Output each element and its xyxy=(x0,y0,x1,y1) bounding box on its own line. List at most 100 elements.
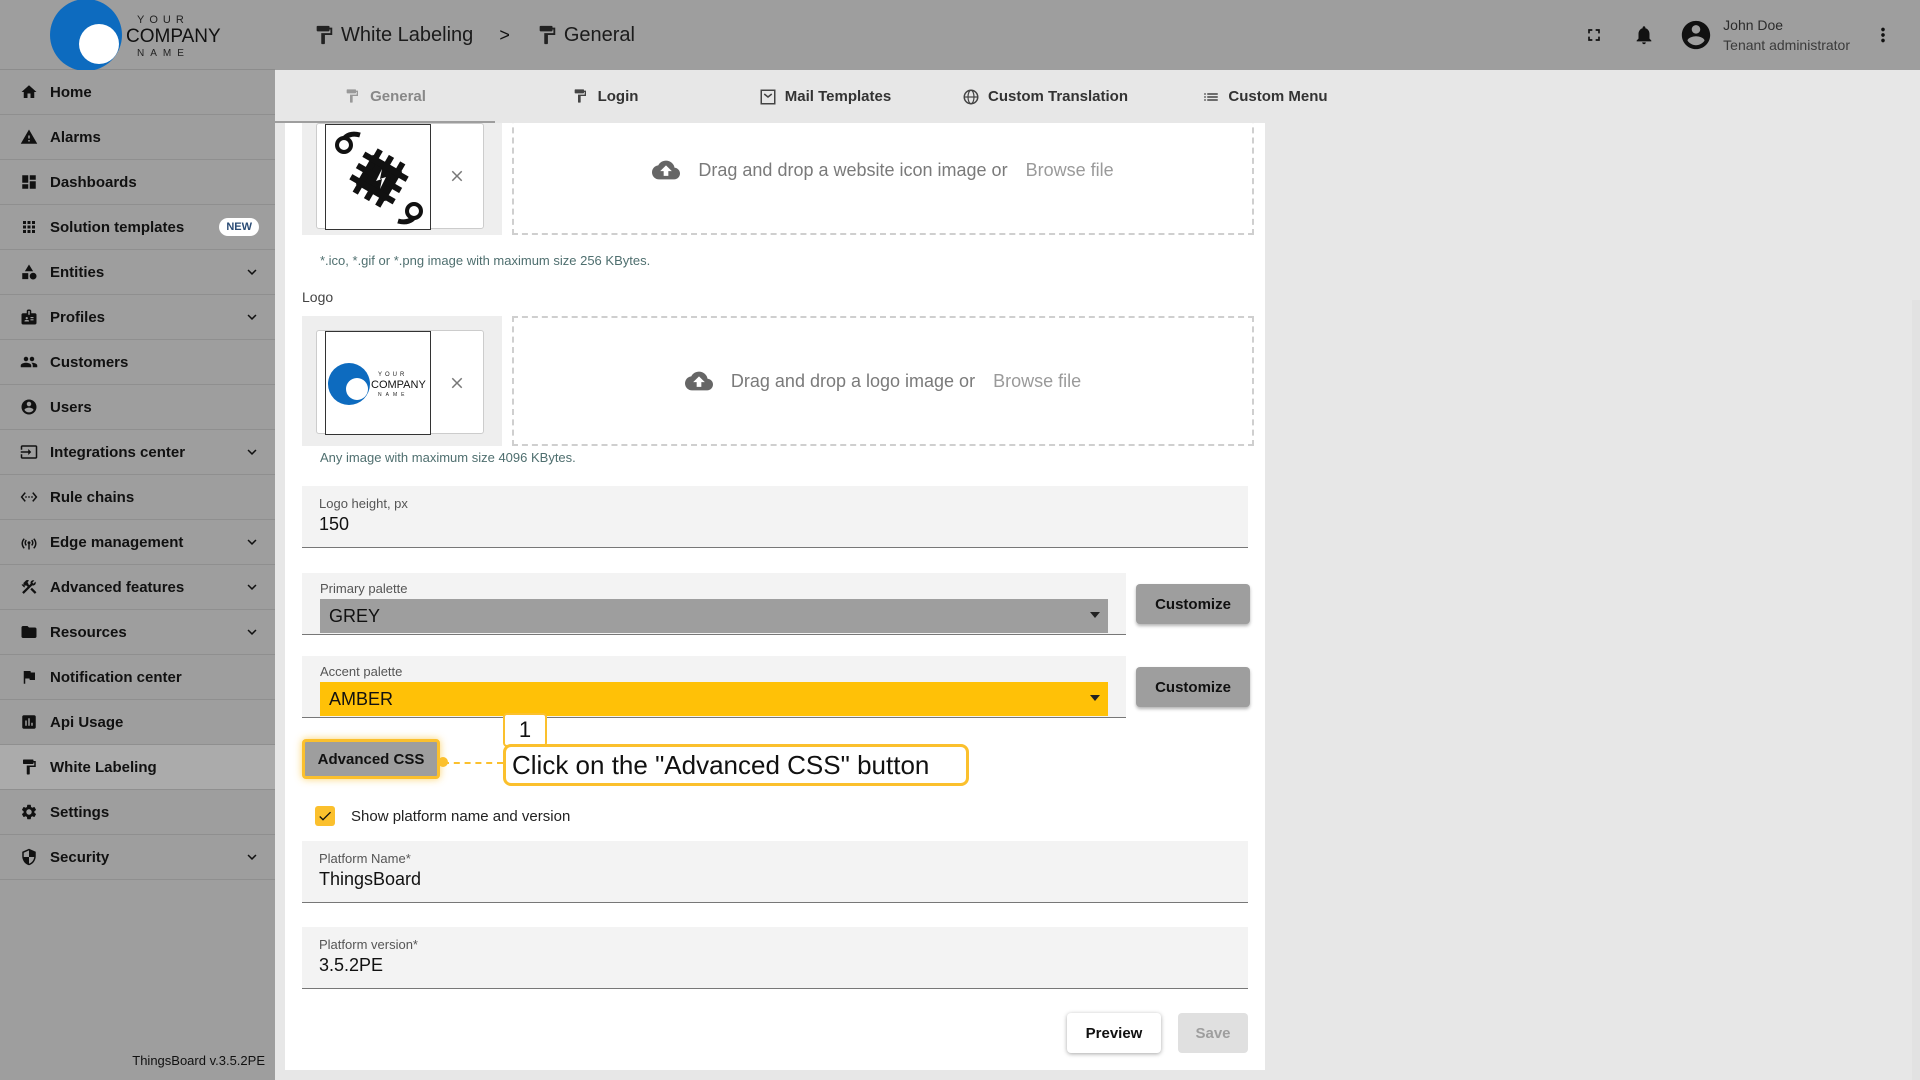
list-icon xyxy=(1202,88,1220,106)
accent-palette-select[interactable]: AMBER xyxy=(320,682,1108,716)
favicon-dropzone[interactable]: Drag and drop a website icon image or Br… xyxy=(512,123,1254,235)
favicon-image xyxy=(325,124,431,230)
logo-line3: NAME xyxy=(137,48,190,59)
input-icon xyxy=(18,441,40,463)
breadcrumb: White Labeling > General xyxy=(313,24,635,47)
sidebar: YOUR COMPANY NAME Home Alarms Dashboards So… xyxy=(0,0,275,1080)
platform-version-field[interactable]: Platform version* 3.5.2PE xyxy=(302,927,1248,989)
logo-dropzone[interactable]: Drag and drop a logo image or Browse fil… xyxy=(512,316,1254,446)
sidebar-item-alarms[interactable]: Alarms xyxy=(0,115,275,160)
advanced-css-button[interactable]: Advanced CSS xyxy=(302,739,440,779)
chevron-down-icon[interactable] xyxy=(243,263,261,281)
top-bar: White Labeling > General John Doe Tenant… xyxy=(275,0,1920,70)
account-circle-icon xyxy=(18,396,40,418)
user-role: Tenant administrator xyxy=(1723,37,1850,53)
primary-palette-select[interactable]: GREY xyxy=(320,599,1108,633)
favicon-uploader: Drag and drop a website icon image or Br… xyxy=(302,123,1254,235)
tab-label: Custom Translation xyxy=(987,88,1129,105)
flag-icon xyxy=(18,666,40,688)
tab-label: Login xyxy=(597,88,639,105)
tab-custom-menu[interactable]: Custom Menu xyxy=(1155,70,1375,123)
format-paint-icon xyxy=(18,756,40,778)
company-logo[interactable]: YOUR COMPANY NAME xyxy=(0,0,275,71)
chevron-down-icon[interactable] xyxy=(243,848,261,866)
sidebar-item-solution-templates[interactable]: Solution templates NEW xyxy=(0,205,275,250)
tab-general[interactable]: General xyxy=(275,70,495,123)
sidebar-item-label: Users xyxy=(50,398,92,416)
sidebar-item-advanced-features[interactable]: Advanced features xyxy=(0,565,275,610)
sidebar-item-rule-chains[interactable]: Rule chains xyxy=(0,475,275,520)
user-menu[interactable]: John Doe Tenant administrator xyxy=(1679,15,1850,55)
platform-version-field-label: Platform version* xyxy=(319,937,418,952)
sidebar-item-label: Api Usage xyxy=(50,713,124,731)
cloud-upload-icon xyxy=(652,159,682,181)
sidebar-item-notification-center[interactable]: Notification center xyxy=(0,655,275,700)
tab-custom-translation[interactable]: Custom Translation xyxy=(935,70,1155,123)
breadcrumb-label: White Labeling xyxy=(341,23,474,46)
preview-button[interactable]: Preview xyxy=(1067,1013,1161,1053)
avatar xyxy=(1679,18,1713,52)
platform-name-label: Platform Name* xyxy=(319,851,411,866)
user-name: John Doe xyxy=(1723,17,1784,33)
home-icon xyxy=(18,81,40,103)
show-platform-row: Show platform name and version xyxy=(315,806,570,826)
logo-browse-link[interactable]: Browse file xyxy=(993,371,1081,392)
tab-label: Custom Menu xyxy=(1228,88,1328,105)
group-icon xyxy=(18,351,40,373)
sidebar-item-entities[interactable]: Entities xyxy=(0,250,275,295)
callout-step-number: 1 xyxy=(503,713,547,747)
platform-name-field[interactable]: Platform Name* ThingsBoard xyxy=(302,841,1248,903)
chevron-down-icon[interactable] xyxy=(243,443,261,461)
show-platform-checkbox[interactable] xyxy=(315,806,335,826)
more-vert-icon[interactable] xyxy=(1866,18,1900,52)
sidebar-item-label: Resources xyxy=(50,623,127,641)
primary-palette-field: Primary palette GREY xyxy=(302,573,1126,635)
chevron-down-icon[interactable] xyxy=(243,533,261,551)
sidebar-item-edge-management[interactable]: Edge management xyxy=(0,520,275,565)
remove-logo-icon[interactable] xyxy=(445,371,469,395)
sidebar-item-profiles[interactable]: Profiles xyxy=(0,295,275,340)
logo-image: YOUR COMPANY NAME xyxy=(325,331,431,435)
notifications-bell-icon[interactable] xyxy=(1627,18,1661,52)
callout-instruction: Click on the "Advanced CSS" button xyxy=(503,744,969,786)
sidebar-item-label: Advanced features xyxy=(50,578,185,596)
fullscreen-icon[interactable] xyxy=(1577,18,1611,52)
sidebar-item-dashboards[interactable]: Dashboards xyxy=(0,160,275,205)
logo-height-label: Logo height, px xyxy=(319,496,408,511)
dropdown-caret-icon xyxy=(1090,695,1100,701)
logo-height-field[interactable]: Logo height, px 150 xyxy=(302,486,1248,548)
breadcrumb-general: General xyxy=(536,24,635,47)
sidebar-item-customers[interactable]: Customers xyxy=(0,340,275,385)
tab-label: General xyxy=(370,88,426,105)
remove-favicon-icon[interactable] xyxy=(445,164,469,188)
logo-hint: Any image with maximum size 4096 KBytes. xyxy=(320,450,576,465)
format-paint-icon xyxy=(536,24,558,46)
customize-accent-button[interactable]: Customize xyxy=(1136,667,1250,707)
sidebar-item-label: White Labeling xyxy=(50,758,157,776)
tab-login[interactable]: Login xyxy=(495,70,715,123)
sidebar-item-white-labeling[interactable]: White Labeling xyxy=(0,745,275,790)
general-settings-form: Drag and drop a website icon image or Br… xyxy=(285,123,1265,1070)
new-badge: NEW xyxy=(219,218,259,236)
customize-primary-button[interactable]: Customize xyxy=(1136,584,1250,624)
sidebar-item-resources[interactable]: Resources xyxy=(0,610,275,655)
tab-mail-templates[interactable]: Mail Templates xyxy=(715,70,935,123)
sidebar-item-api-usage[interactable]: Api Usage xyxy=(0,700,275,745)
page-scrollbar[interactable] xyxy=(1912,300,1920,1080)
category-icon xyxy=(18,261,40,283)
sidebar-item-security[interactable]: Security xyxy=(0,835,275,880)
favicon-browse-link[interactable]: Browse file xyxy=(1026,160,1114,181)
sidebar-item-users[interactable]: Users xyxy=(0,385,275,430)
sidebar-item-settings[interactable]: Settings xyxy=(0,790,275,835)
favicon-preview xyxy=(302,123,502,235)
save-button[interactable]: Save xyxy=(1178,1013,1248,1053)
chevron-down-icon[interactable] xyxy=(243,308,261,326)
breadcrumb-separator: > xyxy=(499,24,510,45)
sidebar-item-home[interactable]: Home xyxy=(0,70,275,115)
breadcrumb-white-labeling[interactable]: White Labeling xyxy=(313,24,473,47)
chevron-down-icon[interactable] xyxy=(243,623,261,641)
chevron-down-icon[interactable] xyxy=(243,578,261,596)
sidebar-item-integrations-center[interactable]: Integrations center xyxy=(0,430,275,475)
check-icon xyxy=(319,811,331,821)
favicon-drop-text: Drag and drop a website icon image or xyxy=(698,159,1008,180)
